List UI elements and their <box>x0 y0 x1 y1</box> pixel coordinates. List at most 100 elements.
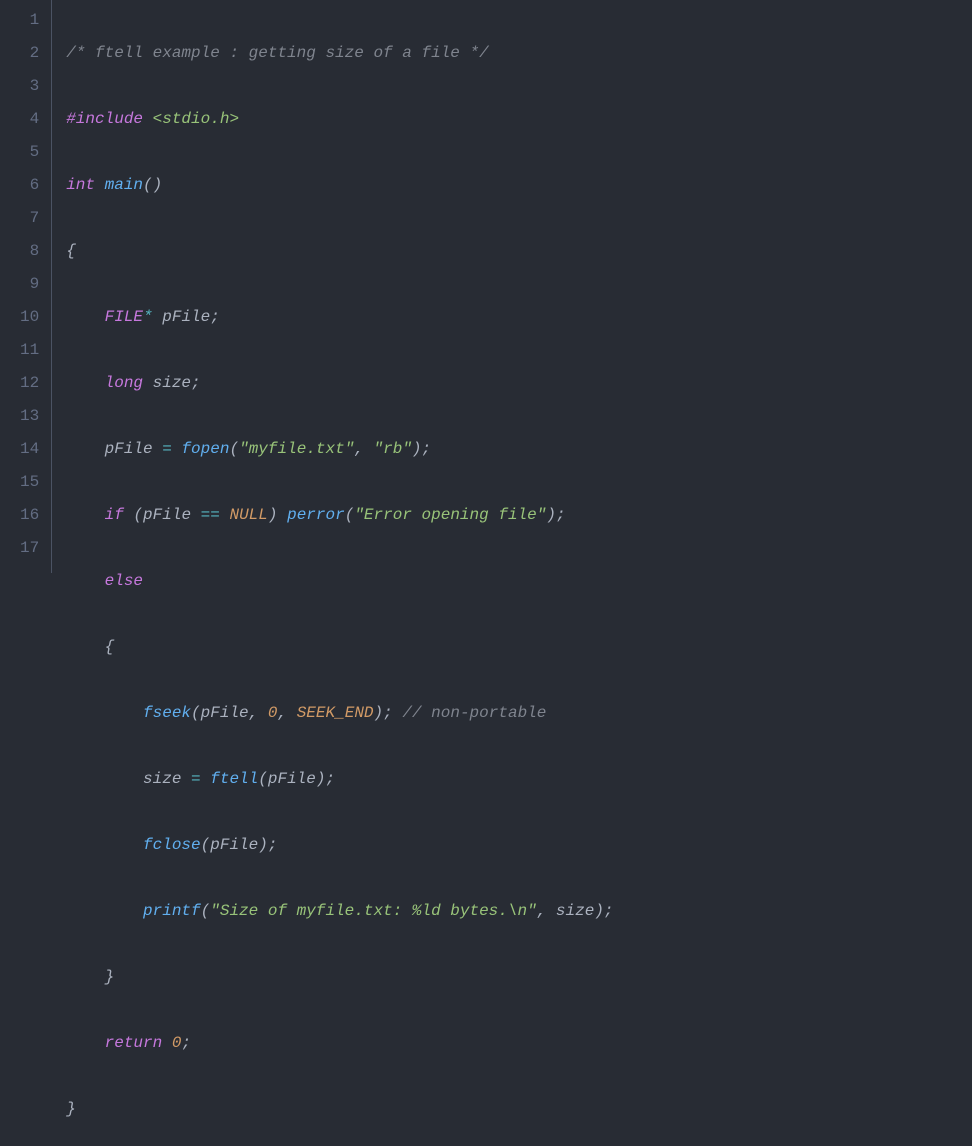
punct: ) <box>594 902 604 920</box>
code-line: fseek(pFile, 0, SEEK_END); // non-portab… <box>66 697 613 730</box>
identifier: size <box>143 770 181 788</box>
code-line: int main() <box>66 169 613 202</box>
punct: ( <box>201 836 211 854</box>
code-line: } <box>66 961 613 994</box>
line-number: 15 <box>20 466 39 499</box>
line-number: 8 <box>20 235 39 268</box>
line-number: 17 <box>20 532 39 565</box>
function-call: ftell <box>210 770 258 788</box>
line-number: 14 <box>20 433 39 466</box>
punct: ; <box>326 770 336 788</box>
line-number: 12 <box>20 367 39 400</box>
code-editor: 1 2 3 4 5 6 7 8 9 10 11 12 13 14 15 16 1… <box>0 0 972 573</box>
function-call: fopen <box>181 440 229 458</box>
function-call: perror <box>287 506 345 524</box>
operator: * <box>143 308 153 326</box>
string: "rb" <box>374 440 412 458</box>
punct: , <box>537 902 547 920</box>
punct: , <box>249 704 259 722</box>
type-keyword: long <box>105 374 143 392</box>
identifier: size <box>556 902 594 920</box>
code-line: printf("Size of myfile.txt: %ld bytes.\n… <box>66 895 613 928</box>
brace: } <box>66 1100 76 1118</box>
identifier: pFile <box>268 770 316 788</box>
keyword: else <box>105 572 143 590</box>
string: "Size of myfile.txt: %ld bytes.\n" <box>210 902 536 920</box>
identifier: size <box>153 374 191 392</box>
type-keyword: int <box>66 176 95 194</box>
punct: ) <box>412 440 422 458</box>
punct: ; <box>181 1034 191 1052</box>
function-call: printf <box>143 902 201 920</box>
punct: ( <box>191 704 201 722</box>
operator: = <box>191 770 201 788</box>
brace: { <box>105 638 115 656</box>
identifier: pFile <box>143 506 191 524</box>
function-name: main <box>105 176 143 194</box>
line-number: 10 <box>20 301 39 334</box>
punct: ; <box>556 506 566 524</box>
code-line: size = ftell(pFile); <box>66 763 613 796</box>
punct: ; <box>210 308 220 326</box>
line-number: 4 <box>20 103 39 136</box>
line-number: 6 <box>20 169 39 202</box>
punct: ; <box>268 836 278 854</box>
keyword: if <box>105 506 124 524</box>
punct: ) <box>546 506 556 524</box>
string: "myfile.txt" <box>239 440 354 458</box>
code-line: { <box>66 235 613 268</box>
line-number: 3 <box>20 70 39 103</box>
constant: NULL <box>229 506 267 524</box>
line-number: 2 <box>20 37 39 70</box>
punct: , <box>277 704 287 722</box>
line-number: 1 <box>20 4 39 37</box>
preprocessor: #include <box>66 110 143 128</box>
comment: // non-portable <box>402 704 546 722</box>
punct: ; <box>191 374 201 392</box>
line-number: 5 <box>20 136 39 169</box>
punct: ) <box>268 506 278 524</box>
line-number: 13 <box>20 400 39 433</box>
code-line: long size; <box>66 367 613 400</box>
code-line: return 0; <box>66 1027 613 1060</box>
code-line: } <box>66 1093 613 1126</box>
function-call: fclose <box>143 836 201 854</box>
brace: } <box>105 968 115 986</box>
identifier: pFile <box>105 440 153 458</box>
code-line: else <box>66 565 613 598</box>
code-line: if (pFile == NULL) perror("Error opening… <box>66 499 613 532</box>
code-line: /* ftell example : getting size of a fil… <box>66 37 613 70</box>
punct: ) <box>258 836 268 854</box>
punct: , <box>354 440 364 458</box>
code-line: fclose(pFile); <box>66 829 613 862</box>
line-number: 7 <box>20 202 39 235</box>
punct: ) <box>316 770 326 788</box>
operator: = <box>162 440 172 458</box>
line-number: 11 <box>20 334 39 367</box>
include-header: <stdio.h> <box>153 110 239 128</box>
punct: () <box>143 176 162 194</box>
string: "Error opening file" <box>354 506 546 524</box>
code-line: pFile = fopen("myfile.txt", "rb"); <box>66 433 613 466</box>
code-line: FILE* pFile; <box>66 301 613 334</box>
type-keyword: FILE <box>105 308 143 326</box>
code-line: #include <stdio.h> <box>66 103 613 136</box>
punct: ; <box>422 440 432 458</box>
identifier: pFile <box>201 704 249 722</box>
punct: ( <box>201 902 211 920</box>
keyword: return <box>105 1034 163 1052</box>
line-number: 9 <box>20 268 39 301</box>
code-line: { <box>66 631 613 664</box>
code-area[interactable]: /* ftell example : getting size of a fil… <box>52 0 613 573</box>
line-number: 16 <box>20 499 39 532</box>
punct: ( <box>133 506 143 524</box>
brace: { <box>66 242 76 260</box>
punct: ( <box>229 440 239 458</box>
identifier: pFile <box>210 836 258 854</box>
identifier: pFile <box>162 308 210 326</box>
comment: /* ftell example : getting size of a fil… <box>66 44 488 62</box>
function-call: fseek <box>143 704 191 722</box>
operator: == <box>201 506 220 524</box>
punct: ( <box>258 770 268 788</box>
line-number-gutter: 1 2 3 4 5 6 7 8 9 10 11 12 13 14 15 16 1… <box>0 0 52 573</box>
